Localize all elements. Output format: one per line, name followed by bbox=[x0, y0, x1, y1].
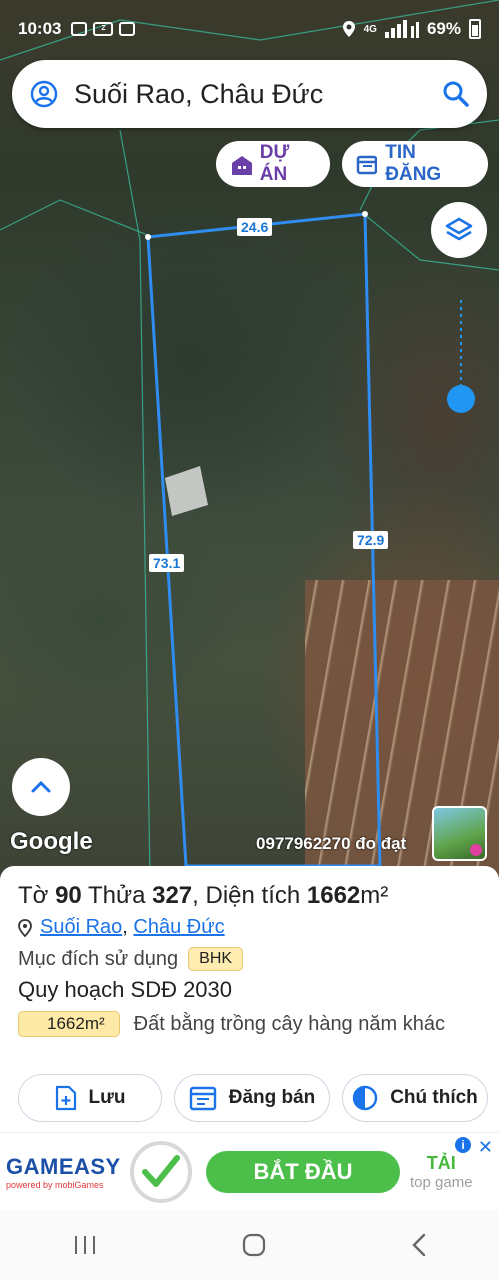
planning-row: 1662m² Đất bằng trồng cây hàng năm khác bbox=[18, 1011, 481, 1038]
back-icon[interactable] bbox=[410, 1232, 428, 1258]
save-button[interactable]: Lưu bbox=[18, 1074, 162, 1122]
dimension-right-label: 72.9 bbox=[353, 531, 389, 549]
ad-start-button[interactable]: BẮT ĐẦU bbox=[206, 1150, 400, 1193]
contrast-icon bbox=[352, 1085, 378, 1111]
post-sale-button[interactable]: Đăng bán bbox=[174, 1074, 330, 1122]
planning-description: Đất bằng trồng cây hàng năm khác bbox=[133, 1013, 445, 1035]
search-icon[interactable] bbox=[443, 81, 469, 107]
parcel-boundary bbox=[146, 212, 382, 868]
add-file-icon bbox=[55, 1085, 76, 1111]
location-pin-icon bbox=[18, 918, 32, 937]
cadastral-line bbox=[119, 129, 151, 880]
layers-icon bbox=[445, 217, 473, 241]
tin-dang-chip[interactable]: TIN ĐĂNG bbox=[342, 141, 488, 187]
parcel-info-panel: Tờ 90 Thửa 327, Diện tích 1662m² Suối Ra… bbox=[0, 866, 499, 1132]
tin-dang-label: TIN ĐĂNG bbox=[385, 142, 442, 185]
parcel-vertex bbox=[362, 211, 368, 217]
calendar-icon bbox=[189, 1086, 216, 1111]
dimension-top-label: 24.6 bbox=[237, 218, 273, 236]
cadastral-line bbox=[0, 199, 151, 237]
ad-side-text: TẢI top game bbox=[410, 1152, 473, 1191]
phone-label: 0977962270 đo đạt bbox=[256, 834, 407, 853]
ad-logo: GAMEASY powered by mobiGames bbox=[6, 1153, 121, 1190]
signal-icon bbox=[384, 20, 419, 38]
search-bar[interactable]: Suối Rao, Châu Đức bbox=[12, 60, 487, 128]
planning-area-badge: 1662m² bbox=[18, 1011, 120, 1037]
google-logo: Google bbox=[10, 828, 93, 855]
building-roof bbox=[165, 466, 208, 516]
battery-percent: 69% bbox=[426, 19, 461, 38]
avatar[interactable] bbox=[432, 806, 487, 861]
parcel-title: Tờ 90 Thửa 327, Diện tích 1662m² bbox=[18, 882, 389, 909]
land-purpose: Mục đích sử dụng BHK bbox=[18, 947, 481, 971]
status-time: 10:03 bbox=[18, 19, 62, 38]
du-an-label: DỰ ÁN bbox=[259, 142, 290, 185]
gallery-icon bbox=[71, 22, 88, 36]
app-icon bbox=[119, 22, 136, 36]
system-nav-bar bbox=[0, 1210, 499, 1280]
recent-apps-icon[interactable] bbox=[72, 1234, 98, 1256]
purpose-code-badge: BHK bbox=[188, 947, 244, 971]
district-link[interactable]: Châu Đức bbox=[133, 916, 224, 938]
ad-banner[interactable]: GAMEASY powered by mobiGames BẮT ĐẦU TẢI… bbox=[0, 1132, 499, 1210]
search-input[interactable]: Suối Rao, Châu Đức bbox=[74, 79, 443, 110]
home-icon[interactable] bbox=[241, 1232, 267, 1258]
battery-icon bbox=[469, 19, 481, 39]
parcel-vertex bbox=[145, 234, 151, 240]
ad-close-icon[interactable]: ✕ bbox=[478, 1137, 493, 1158]
chevron-up-icon bbox=[31, 780, 51, 793]
action-bar: Lưu Đăng bán Chú thích bbox=[18, 1074, 488, 1122]
ad-info-icon[interactable]: i bbox=[455, 1137, 471, 1153]
parcel-overlay bbox=[0, 0, 499, 880]
building-icon bbox=[232, 156, 252, 175]
account-icon[interactable] bbox=[30, 80, 58, 108]
du-an-chip[interactable]: DỰ ÁN bbox=[216, 141, 330, 187]
calendar-icon bbox=[356, 155, 378, 175]
planning-label: Quy hoạch SDĐ 2030 bbox=[18, 977, 233, 1002]
network-type: 4G bbox=[363, 23, 377, 35]
zoom-slider-handle[interactable] bbox=[447, 385, 475, 413]
parcel-location: Suối Rao, Châu Đức bbox=[18, 916, 481, 939]
status-bar: 10:03 Z 4G 69% bbox=[0, 0, 499, 58]
expand-up-button[interactable] bbox=[12, 758, 70, 816]
map-view[interactable]: 24.6 73.1 72.9 bbox=[0, 0, 499, 880]
legend-button[interactable]: Chú thích bbox=[342, 1074, 488, 1122]
location-pin-icon bbox=[342, 21, 355, 37]
zalo-icon: Z bbox=[93, 22, 114, 36]
commune-link[interactable]: Suối Rao bbox=[40, 916, 122, 938]
dimension-left-label: 73.1 bbox=[149, 554, 185, 572]
layers-button[interactable] bbox=[431, 202, 487, 258]
checkmark-icon bbox=[130, 1140, 192, 1203]
